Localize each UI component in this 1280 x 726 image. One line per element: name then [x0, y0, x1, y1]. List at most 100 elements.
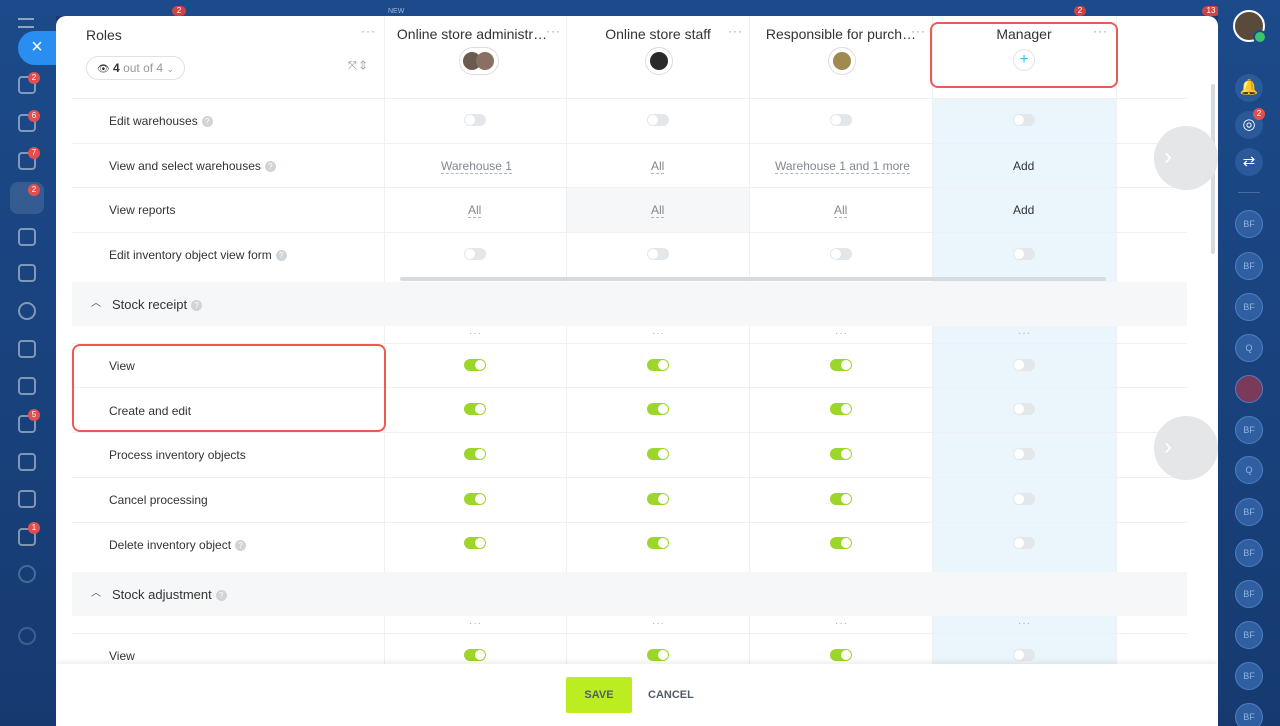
- warehouse-selector[interactable]: All: [651, 159, 665, 174]
- contact-avatar[interactable]: BF: [1235, 252, 1263, 280]
- permission-toggle[interactable]: [464, 114, 486, 126]
- contact-avatar[interactable]: BF: [1235, 416, 1263, 444]
- add-reports-link[interactable]: Add: [1013, 203, 1034, 217]
- permission-toggle[interactable]: [830, 114, 852, 126]
- menu-icon[interactable]: [18, 18, 34, 28]
- contacts-icon[interactable]: [18, 377, 36, 395]
- permission-toggle[interactable]: [1013, 649, 1035, 661]
- settings-icon[interactable]: [18, 565, 36, 583]
- permission-toggle[interactable]: [830, 359, 852, 371]
- permission-toggle[interactable]: [464, 248, 486, 260]
- contact-avatar[interactable]: BF: [1235, 703, 1263, 726]
- help-icon[interactable]: ?: [235, 540, 247, 552]
- permission-toggle[interactable]: [1013, 448, 1035, 460]
- permission-toggle[interactable]: [464, 649, 486, 661]
- permission-toggle[interactable]: [830, 537, 852, 549]
- permission-toggle[interactable]: [647, 114, 669, 126]
- help-icon[interactable]: ?: [264, 161, 276, 173]
- contact-avatar[interactable]: BF: [1235, 539, 1263, 567]
- column-dots-icon[interactable]: ···: [835, 618, 848, 629]
- reports-selector[interactable]: All: [468, 203, 482, 218]
- permission-toggle[interactable]: [647, 448, 669, 460]
- permission-toggle[interactable]: [464, 537, 486, 549]
- footer-actions: SAVE CANCEL: [56, 664, 1218, 726]
- add-warehouse-link[interactable]: Add: [1013, 159, 1034, 173]
- column-dots-icon[interactable]: ···: [835, 328, 848, 339]
- permission-toggle[interactable]: [647, 537, 669, 549]
- column-more-icon[interactable]: ···: [546, 24, 561, 38]
- contact-avatar[interactable]: BF: [1235, 293, 1263, 321]
- horizontal-scrollbar[interactable]: [400, 277, 1106, 281]
- permission-toggle[interactable]: [1013, 537, 1035, 549]
- column-more-icon[interactable]: ···: [911, 24, 926, 38]
- contact-avatar[interactable]: BF: [1235, 662, 1263, 690]
- roles-more-icon[interactable]: ···: [361, 24, 376, 38]
- contact-photo-avatar[interactable]: [1235, 375, 1263, 403]
- permission-toggle[interactable]: [647, 493, 669, 505]
- column-dots-icon[interactable]: ···: [1018, 328, 1031, 339]
- chevron-up-icon[interactable]: ︿: [88, 586, 104, 602]
- permission-label: Edit warehouses?: [109, 114, 213, 128]
- roles-visibility-filter[interactable]: 👁 4 out of 4 ⌄: [86, 56, 185, 80]
- scroll-right-arrow-icon[interactable]: ›: [1154, 126, 1218, 190]
- column-more-icon[interactable]: ···: [728, 24, 743, 38]
- permission-toggle[interactable]: [464, 359, 486, 371]
- permission-toggle[interactable]: [830, 448, 852, 460]
- column-header-responsible-purchases: Responsible for purch…: [765, 26, 917, 42]
- reports-selector[interactable]: All: [651, 203, 665, 218]
- warehouse-selector[interactable]: Warehouse 1: [441, 159, 512, 174]
- permission-toggle[interactable]: [830, 649, 852, 661]
- permission-toggle[interactable]: [830, 403, 852, 415]
- gear-icon[interactable]: [18, 627, 36, 645]
- column-dots-icon[interactable]: ···: [469, 618, 482, 629]
- permission-toggle[interactable]: [647, 359, 669, 371]
- permission-toggle[interactable]: [1013, 493, 1035, 505]
- permission-toggle[interactable]: [830, 248, 852, 260]
- help-icon[interactable]: ?: [201, 116, 213, 128]
- contact-avatar[interactable]: BF: [1235, 580, 1263, 608]
- col-divider: [384, 16, 385, 664]
- permission-toggle[interactable]: [1013, 114, 1035, 126]
- pen-icon[interactable]: [18, 453, 36, 471]
- contact-avatar[interactable]: Q: [1235, 456, 1263, 484]
- help-icon[interactable]: ?: [191, 300, 203, 312]
- chevron-up-icon[interactable]: ︿: [88, 296, 104, 312]
- cancel-button[interactable]: CANCEL: [648, 677, 694, 713]
- permission-toggle[interactable]: [1013, 359, 1035, 371]
- bell-icon[interactable]: 🔔: [1235, 74, 1263, 102]
- contact-avatar[interactable]: Q: [1235, 334, 1263, 362]
- column-dots-icon[interactable]: ···: [1018, 618, 1031, 629]
- target-icon[interactable]: [18, 302, 36, 320]
- calendar-icon[interactable]: [18, 228, 36, 246]
- permission-toggle[interactable]: [464, 493, 486, 505]
- column-dots-icon[interactable]: ···: [469, 328, 482, 339]
- permission-toggle[interactable]: [1013, 248, 1035, 260]
- column-dots-icon[interactable]: ···: [652, 618, 665, 629]
- permission-toggle[interactable]: [464, 403, 486, 415]
- warehouse-selector[interactable]: Warehouse 1 and 1 more: [775, 159, 910, 174]
- collapse-expand-icon[interactable]: ⤧ ⇕: [348, 60, 366, 73]
- reports-selector[interactable]: All: [834, 203, 848, 218]
- permission-toggle[interactable]: [647, 248, 669, 260]
- column-avatar[interactable]: [645, 47, 673, 75]
- contact-avatar[interactable]: BF: [1235, 210, 1263, 238]
- permission-toggle[interactable]: [647, 649, 669, 661]
- chat-icon[interactable]: ⇄: [1235, 148, 1263, 176]
- save-button[interactable]: SAVE: [566, 677, 632, 713]
- permission-toggle[interactable]: [830, 493, 852, 505]
- column-dots-icon[interactable]: ···: [652, 328, 665, 339]
- permission-toggle[interactable]: [647, 403, 669, 415]
- permission-toggle[interactable]: [1013, 403, 1035, 415]
- help-icon[interactable]: ?: [215, 590, 227, 602]
- permission-toggle[interactable]: [464, 448, 486, 460]
- scroll-right-arrow-icon[interactable]: ›: [1154, 416, 1218, 480]
- close-slider-button[interactable]: ×: [18, 31, 56, 65]
- contact-avatar[interactable]: BF: [1235, 621, 1263, 649]
- store-icon[interactable]: [18, 264, 36, 282]
- chart-icon[interactable]: [18, 490, 36, 508]
- column-avatar[interactable]: [828, 47, 856, 75]
- column-avatar-group[interactable]: [459, 47, 499, 75]
- cart-icon[interactable]: [18, 340, 36, 358]
- help-icon[interactable]: ?: [275, 250, 287, 262]
- contact-avatar[interactable]: BF: [1235, 498, 1263, 526]
